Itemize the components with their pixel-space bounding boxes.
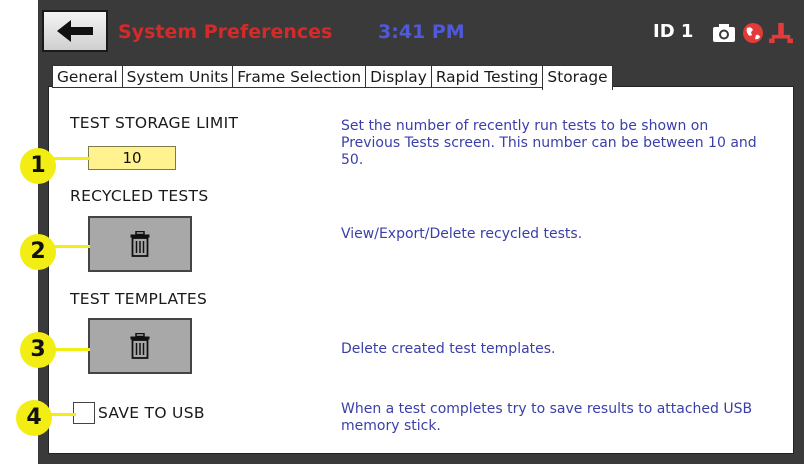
save-to-usb-label: SAVE TO USB — [98, 404, 205, 422]
save-to-usb-checkbox[interactable] — [73, 402, 95, 424]
test-storage-limit-description: Set the number of recently run tests to … — [341, 118, 757, 168]
tab-storage[interactable]: Storage — [542, 65, 613, 90]
back-button[interactable] — [42, 10, 108, 52]
callout-pointer — [50, 348, 90, 351]
tab-general[interactable]: General — [52, 65, 122, 88]
test-templates-label: TEST TEMPLATES — [70, 290, 208, 308]
recycled-tests-button[interactable] — [88, 216, 192, 272]
trash-icon — [130, 231, 150, 257]
tab-bar: General System Units Frame Selection Dis… — [52, 65, 613, 90]
tab-display[interactable]: Display — [365, 65, 431, 88]
callout-4: 4 — [16, 400, 52, 436]
save-to-usb-description: When a test completes try to save result… — [341, 401, 753, 434]
callout-pointer — [50, 413, 76, 416]
camera-icon[interactable] — [712, 22, 736, 44]
callout-3: 3 — [20, 332, 56, 368]
test-storage-limit-input[interactable]: 10 — [88, 146, 176, 170]
callout-1: 1 — [20, 148, 56, 184]
trash-icon — [130, 333, 150, 359]
globe-icon[interactable] — [742, 22, 764, 44]
test-templates-button[interactable] — [88, 318, 192, 374]
page-title: System Preferences — [118, 21, 333, 43]
tab-rapid-testing[interactable]: Rapid Testing — [430, 65, 543, 88]
arrow-left-icon — [57, 20, 93, 42]
clock-time: 3:41 PM — [378, 21, 465, 43]
machine-id: ID 1 — [653, 21, 694, 42]
recycled-tests-description: View/Export/Delete recycled tests. — [341, 226, 583, 242]
callout-pointer — [50, 157, 90, 160]
test-templates-description: Delete created test templates. — [341, 341, 556, 357]
tab-frame-selection[interactable]: Frame Selection — [232, 65, 366, 88]
test-frame-icon[interactable] — [768, 22, 794, 44]
recycled-tests-label: RECYCLED TESTS — [70, 187, 209, 205]
test-storage-limit-label: TEST STORAGE LIMIT — [70, 114, 239, 132]
callout-pointer — [50, 245, 90, 248]
callout-2: 2 — [20, 234, 56, 270]
tab-system-units[interactable]: System Units — [121, 65, 233, 88]
